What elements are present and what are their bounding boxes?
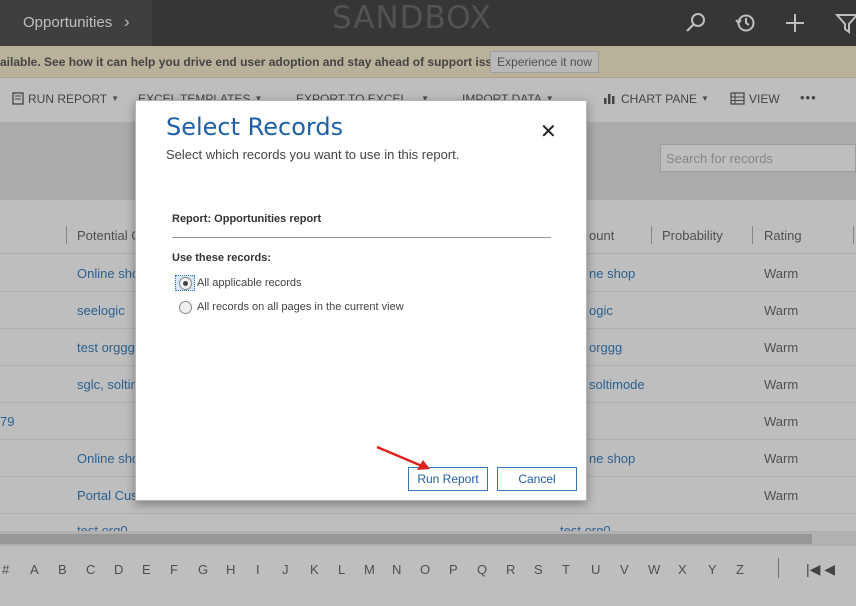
all-records-current-view-label[interactable]: All records on all pages in the current … <box>197 301 404 313</box>
annotation-arrow-icon <box>376 445 430 470</box>
all-applicable-records-label[interactable]: All applicable records <box>197 277 302 289</box>
close-icon[interactable]: ✕ <box>540 119 557 144</box>
use-records-label: Use these records: <box>172 252 272 264</box>
select-records-dialog: Select Records Select which records you … <box>135 100 587 501</box>
all-records-current-view-radio[interactable] <box>179 301 192 314</box>
all-applicable-records-radio[interactable] <box>179 277 192 290</box>
divider <box>172 237 551 238</box>
report-name-label: Report: Opportunities report <box>172 213 322 225</box>
dialog-title: Select Records <box>166 113 344 141</box>
dialog-subtitle: Select which records you want to use in … <box>166 147 460 162</box>
cancel-button[interactable]: Cancel <box>497 467 577 491</box>
